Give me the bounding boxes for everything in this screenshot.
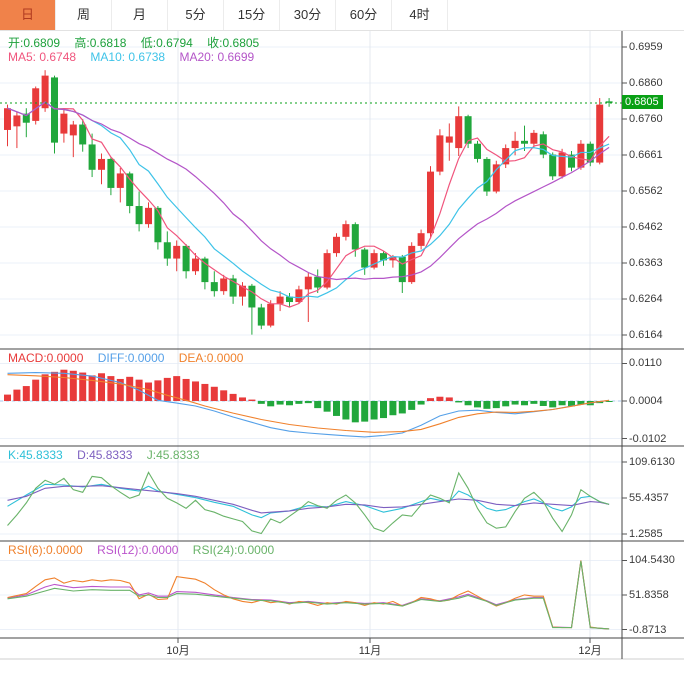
macd-value: MACD:0.0000 bbox=[8, 351, 84, 365]
kdj-axis-label: 55.4357 bbox=[629, 492, 669, 504]
ma20-value: MA20: 0.6699 bbox=[179, 50, 255, 64]
d-value: D:45.8333 bbox=[77, 448, 133, 462]
tab-5min[interactable]: 5分 bbox=[168, 0, 224, 30]
tab-15min[interactable]: 15分 bbox=[224, 0, 280, 30]
k-value: K:45.8333 bbox=[8, 448, 63, 462]
rsi-axis-label: 104.5430 bbox=[629, 554, 675, 567]
tab-30min[interactable]: 30分 bbox=[280, 0, 336, 30]
period-tabbar: 日 周 月 5分 15分 30分 60分 4时 bbox=[0, 0, 684, 31]
price-axis-label: 0.6562 bbox=[629, 184, 663, 197]
rsi-axis-label: -0.8713 bbox=[629, 623, 667, 636]
ohlc-readout: 开:0.6809 高:0.6818 低:0.6794 收:0.6805 bbox=[8, 34, 270, 51]
kdj-axis-label: 1.2585 bbox=[629, 528, 663, 540]
macd-axis-label: 0.0004 bbox=[629, 395, 663, 407]
rsi6-value: RSI(6):0.0000 bbox=[8, 543, 83, 557]
macd-readout: MACD:0.0000 DIFF:0.0000 DEA:0.0000 bbox=[8, 351, 254, 365]
ma-readout: MA5: 0.6748 MA10: 0.6738 MA20: 0.6699 bbox=[8, 50, 265, 64]
macd-axis-label: -0.0102 bbox=[629, 432, 667, 445]
high-value: 高:0.6818 bbox=[74, 36, 127, 50]
rsi12-value: RSI(12):0.0000 bbox=[97, 543, 179, 557]
diff-value: DIFF:0.0000 bbox=[97, 351, 165, 365]
rsi24-value: RSI(24):0.0000 bbox=[192, 543, 275, 557]
low-value: 低:0.6794 bbox=[140, 36, 193, 50]
month-label: 12月 bbox=[578, 645, 602, 657]
rsi-readout: RSI(6):0.0000 RSI(12):0.0000 RSI(24):0.0… bbox=[8, 543, 285, 557]
price-axis-label: 0.6462 bbox=[629, 221, 663, 234]
price-axis-label: 0.6363 bbox=[629, 256, 663, 269]
j-value: J:45.8333 bbox=[146, 448, 200, 462]
price-axis-label: 0.6760 bbox=[629, 113, 663, 126]
chart-area[interactable]: 开:0.6809 高:0.6818 低:0.6794 收:0.6805 MA5:… bbox=[0, 31, 684, 673]
price-axis-label: 0.6164 bbox=[629, 328, 663, 341]
month-label: 11月 bbox=[358, 645, 382, 657]
tab-4hour[interactable]: 4时 bbox=[392, 0, 448, 30]
open-value: 开:0.6809 bbox=[8, 36, 61, 50]
kdj-readout: K:45.8333 D:45.8333 J:45.8333 bbox=[8, 448, 211, 462]
ma10-value: MA10: 0.6738 bbox=[90, 50, 166, 64]
tab-day[interactable]: 日 bbox=[0, 0, 56, 30]
month-label: 10月 bbox=[166, 645, 190, 657]
dea-value: DEA:0.0000 bbox=[178, 351, 244, 365]
price-axis-label: 0.6264 bbox=[629, 292, 663, 305]
kdj-axis-label: 109.6130 bbox=[629, 455, 675, 468]
close-value: 收:0.6805 bbox=[207, 36, 260, 50]
tab-60min[interactable]: 60分 bbox=[336, 0, 392, 30]
trading-chart-app: 日 周 月 5分 15分 30分 60分 4时 开:0.6809 高:0.681… bbox=[0, 0, 684, 673]
macd-axis-label: 0.0110 bbox=[629, 357, 662, 370]
current-price-badge: 0.6805 bbox=[622, 94, 663, 109]
tab-week[interactable]: 周 bbox=[56, 0, 112, 30]
rsi-axis-label: 51.8358 bbox=[629, 589, 669, 601]
ma5-value: MA5: 0.6748 bbox=[8, 50, 77, 64]
price-axis-label: 0.6959 bbox=[629, 41, 663, 53]
price-axis-label: 0.6661 bbox=[629, 148, 663, 161]
price-axis-label: 0.6860 bbox=[629, 76, 663, 89]
tab-month[interactable]: 月 bbox=[112, 0, 168, 30]
